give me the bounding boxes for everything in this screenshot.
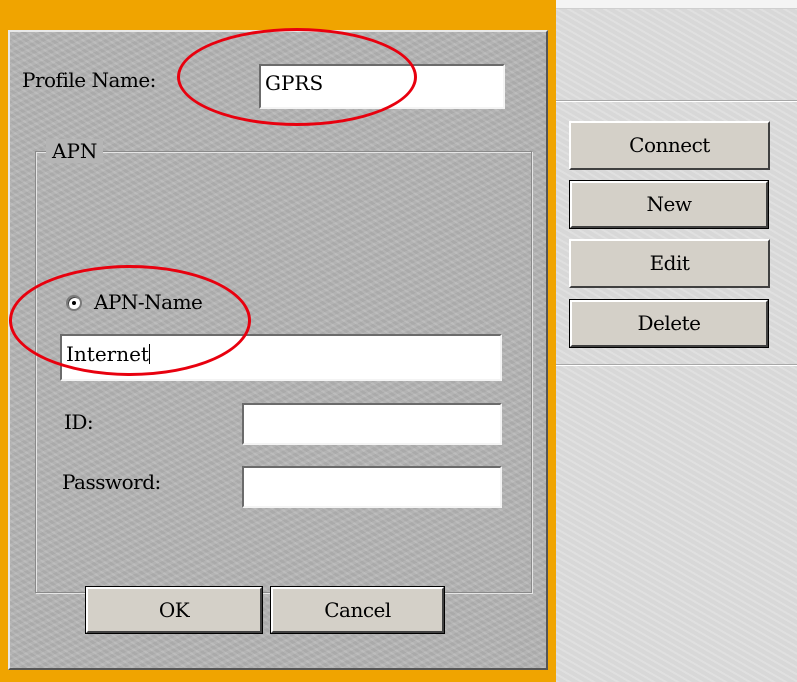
apn-name-value: Internet [66,342,149,366]
id-input[interactable] [242,403,502,445]
side-panel-divider-top [556,100,797,102]
password-input[interactable] [242,466,502,508]
text-caret [148,344,150,364]
password-label: Password: [62,470,161,494]
new-button[interactable]: New [569,180,769,229]
edit-button[interactable]: Edit [569,239,770,288]
apn-name-radio-label[interactable]: APN-Name [94,290,203,314]
side-panel-divider-bottom [556,364,797,366]
cancel-button[interactable]: Cancel [270,586,445,634]
profile-name-label: Profile Name: [22,68,156,92]
delete-button[interactable]: Delete [569,299,769,348]
radio-selected-dot [72,301,76,305]
window-title-strip [0,0,556,30]
profile-name-input[interactable]: GPRS [259,64,505,109]
connect-button[interactable]: Connect [569,121,770,170]
id-label: ID: [64,410,94,434]
apn-name-radio[interactable] [66,295,82,311]
apn-group-label: APN [46,139,104,163]
ok-button[interactable]: OK [85,586,263,634]
apn-name-input[interactable]: Internet [60,334,502,381]
side-panel-top-strip [556,0,797,9]
